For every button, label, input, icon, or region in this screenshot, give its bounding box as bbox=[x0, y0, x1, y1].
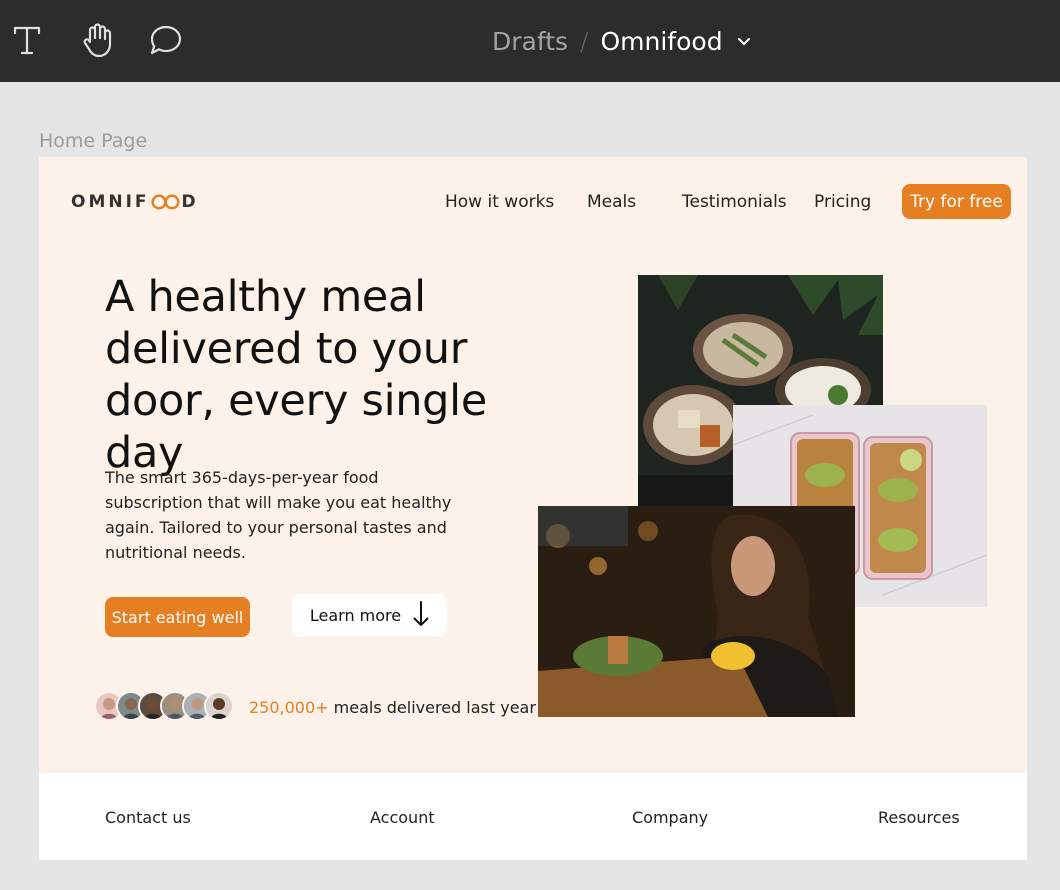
logo-text-start: OMNIF bbox=[71, 192, 150, 212]
hand-tool-icon[interactable] bbox=[78, 20, 118, 60]
woman-eating-image bbox=[538, 506, 855, 717]
footer-company[interactable]: Company bbox=[632, 808, 708, 827]
footer: Contact us Account Company Resources bbox=[39, 773, 1027, 860]
meals-delivered-stat: 250,000+ meals delivered last year! bbox=[249, 698, 542, 717]
meals-delivered-text: meals delivered last year! bbox=[333, 698, 543, 717]
learn-more-button[interactable]: Learn more bbox=[292, 594, 447, 637]
nav-pricing[interactable]: Pricing bbox=[814, 192, 871, 212]
chevron-down-icon[interactable] bbox=[737, 36, 751, 46]
text-tool-icon[interactable] bbox=[7, 20, 47, 60]
breadcrumb-current: Omnifood bbox=[600, 26, 723, 56]
footer-account[interactable]: Account bbox=[370, 808, 435, 827]
editor-toolbar: Drafts / Omnifood bbox=[0, 0, 1060, 82]
customer-avatars bbox=[94, 691, 234, 721]
learn-more-label: Learn more bbox=[309, 606, 402, 625]
try-for-free-button[interactable]: Try for free bbox=[902, 184, 1011, 219]
nav-testimonials[interactable]: Testimonials bbox=[682, 192, 787, 212]
comment-tool-icon[interactable] bbox=[146, 20, 186, 60]
hero-title: A healthy meal delivered to your door, e… bbox=[105, 272, 487, 478]
home-page-frame: OMNIF D How it works Meals Testimonials … bbox=[39, 157, 1027, 860]
logo-text-end: D bbox=[181, 192, 199, 212]
breadcrumb-parent[interactable]: Drafts bbox=[492, 27, 568, 56]
footer-resources[interactable]: Resources bbox=[878, 808, 960, 827]
frame-label[interactable]: Home Page bbox=[39, 130, 147, 152]
omnifood-logo[interactable]: OMNIF D bbox=[71, 192, 199, 212]
footer-contact-us[interactable]: Contact us bbox=[105, 808, 191, 827]
start-eating-well-button[interactable]: Start eating well bbox=[105, 597, 250, 637]
arrow-down-icon bbox=[413, 600, 429, 632]
logo-oo-icon bbox=[151, 194, 181, 210]
hero-description: The smart 365-days-per-year food subscri… bbox=[105, 468, 452, 562]
breadcrumb-separator: / bbox=[580, 26, 589, 56]
nav-meals[interactable]: Meals bbox=[587, 192, 636, 212]
avatar bbox=[204, 691, 234, 721]
breadcrumb: Drafts / Omnifood bbox=[492, 22, 751, 60]
meals-delivered-count: 250,000+ bbox=[249, 698, 329, 717]
nav-how-it-works[interactable]: How it works bbox=[445, 192, 554, 212]
